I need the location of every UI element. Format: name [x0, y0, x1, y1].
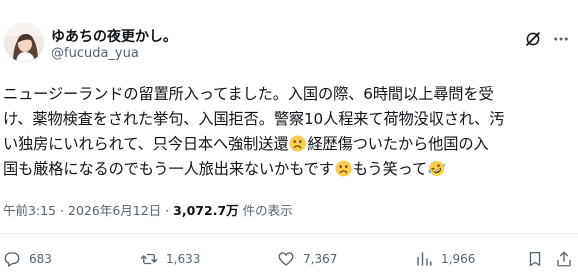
- display-name[interactable]: ゆあちの夜更かし。: [51, 26, 177, 46]
- tweet-text-line: け、薬物検査をされた挙句、入国拒否。警察10人程来て荷物没収され、汚: [3, 110, 505, 128]
- retweet-button[interactable]: 1,633: [140, 249, 200, 269]
- reply-count: 683: [29, 252, 52, 266]
- like-button[interactable]: 7,367: [277, 249, 337, 269]
- share-icon[interactable]: [555, 250, 573, 268]
- tweet-text-segment: もう笑って: [352, 160, 428, 178]
- rolling-on-floor-laughing-emoji-icon: [428, 160, 446, 177]
- divider: [0, 233, 578, 234]
- views-action-count: 1,966: [441, 252, 476, 266]
- tweet-meta: 午前3:15 · 2026年6月12日 · 3,072.7万 件の表示: [3, 200, 293, 219]
- tweet: ゆあちの夜更かし。 @fucuda_yua ニュージーランドの留置所入ってました…: [0, 0, 578, 279]
- tweet-time[interactable]: 午前3:15: [3, 203, 56, 218]
- tweet-text-segment: 国も厳格になるのでもう一人旅出来ないかもです: [3, 160, 334, 178]
- tweet-text-line: ニュージーランドの留置所入ってました。入国の際、6時間以上尋問を受: [3, 85, 494, 103]
- views-count: 3,072.7万: [173, 203, 239, 218]
- like-count: 7,367: [303, 252, 338, 266]
- reply-icon: [4, 252, 20, 267]
- reply-button[interactable]: 683: [3, 249, 52, 269]
- tweet-date[interactable]: 2026年6月12日: [68, 203, 161, 218]
- meta-separator: ·: [60, 203, 65, 218]
- like-icon: [278, 252, 294, 266]
- views-label: 件の表示: [242, 203, 293, 218]
- retweet-count: 1,633: [166, 252, 201, 266]
- tweet-text-line: 国も厳格になるのでもう一人旅出来ないかもです もう笑って: [3, 157, 575, 182]
- tweet-text-segment: 経歴傷ついたから他国の入: [307, 135, 489, 153]
- tweet-text: ニュージーランドの留置所入ってました。入国の際、6時間以上尋問を受 け、薬物検査…: [3, 82, 575, 182]
- more-icon[interactable]: [552, 30, 570, 48]
- avatar[interactable]: [4, 22, 44, 62]
- slightly-frowning-face-emoji-icon: [289, 135, 306, 152]
- meta-separator: ·: [165, 203, 170, 218]
- tweet-text-line: い独房にいれられて、只今日本へ強制送還 経歴傷ついたから他国の入: [3, 132, 575, 157]
- retweet-icon: [140, 253, 158, 265]
- handle[interactable]: @fucuda_yua: [51, 46, 139, 61]
- views-icon: [417, 252, 432, 266]
- views-button[interactable]: 1,966: [415, 249, 475, 269]
- tweet-text-segment: い独房にいれられて、只今日本へ強制送還: [3, 135, 289, 153]
- bookmark-icon[interactable]: [526, 250, 544, 268]
- avatar-image: [4, 22, 44, 62]
- slightly-frowning-face-emoji-icon: [335, 160, 352, 177]
- grok-icon[interactable]: [524, 30, 542, 48]
